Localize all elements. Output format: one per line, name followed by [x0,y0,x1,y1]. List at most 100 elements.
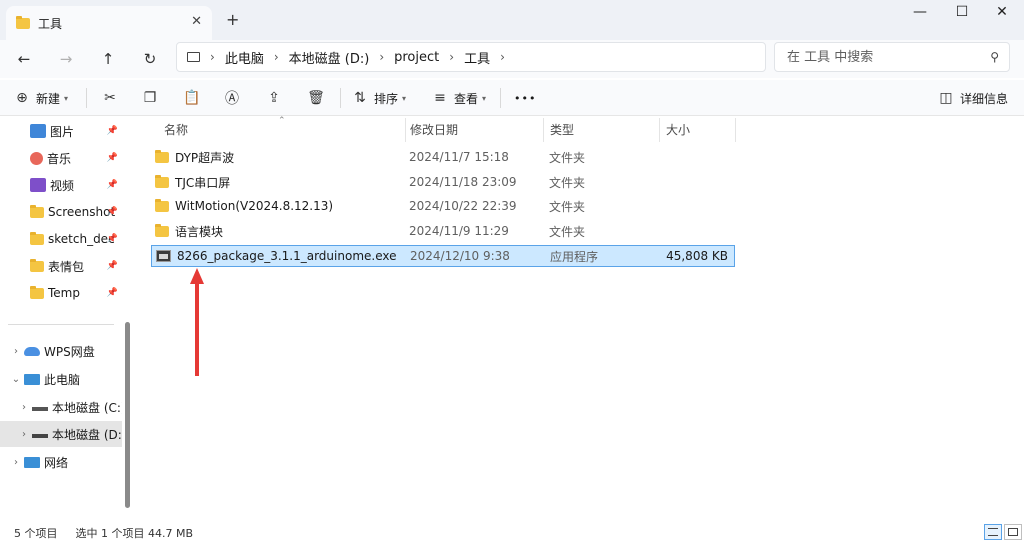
sidebar-item-sketch[interactable]: sketch_dec 📌 [0,226,122,252]
search-icon[interactable]: ⚲ [990,50,999,64]
view-icon: ≡ [434,90,446,106]
up-button[interactable]: ↑ [94,46,122,72]
breadcrumb-project[interactable]: project [394,50,439,65]
back-button[interactable]: ← [10,46,38,72]
sidebar-item-drive-c[interactable]: › 本地磁盘 (C:) [0,394,122,420]
new-button[interactable]: ⊕ 新建 ▾ [12,86,68,110]
view-button[interactable]: ≡ 查看 ▾ [430,86,486,110]
column-header-type[interactable]: 类型 [544,118,660,142]
sidebar-scrollbar[interactable] [125,322,130,508]
navigation-pane: 图片 📌 音乐 📌 视频 📌 Screenshot 📌 sketch_dec 📌… [0,116,134,522]
sidebar-item-wps-cloud[interactable]: › WPS网盘 [0,338,122,364]
pin-icon[interactable]: 📌 [107,153,118,163]
chevron-right-icon[interactable]: › [8,346,24,357]
folder-icon [155,223,169,237]
sidebar-item-screenshot[interactable]: Screenshot 📌 [0,199,122,225]
address-row: ← → ↑ ↻ › 此电脑 › 本地磁盘 (D:) › project › 工具… [0,40,1024,78]
sidebar-item-drive-d[interactable]: › 本地磁盘 (D:) [0,421,122,447]
toolbar-divider [500,88,501,108]
command-bar: ⊕ 新建 ▾ ✂ ❐ 📋 Ⓐ ⇪ 🗑 ⇅ 排序 ▾ ≡ 查看 ▾ ••• ◫ 详… [0,80,1024,116]
pictures-icon [30,124,46,138]
sidebar-item-music[interactable]: 音乐 📌 [0,145,122,171]
breadcrumb-drive-d[interactable]: 本地磁盘 (D:) [289,48,370,67]
sidebar-item-this-pc[interactable]: ⌄ 此电脑 [0,366,122,392]
network-icon [24,456,40,468]
breadcrumb-this-pc[interactable]: 此电脑 [225,48,264,67]
rename-icon: Ⓐ [225,91,239,107]
file-row[interactable]: TJC串口屏 2024/11/18 23:09 文件夹 [151,171,735,193]
videos-icon [30,178,46,192]
sidebar-item-videos[interactable]: 视频 📌 [0,172,122,198]
breadcrumb-tools[interactable]: 工具 [464,48,490,67]
toolbar-divider [86,88,87,108]
file-name: 语言模块 [175,224,224,239]
pin-icon[interactable]: 📌 [107,180,118,190]
file-type: 文件夹 [549,150,586,165]
chevron-right-icon[interactable]: › [379,50,384,64]
file-name: 8266_package_3.1.1_arduinome.exe [177,249,397,263]
tab-title: 工具 [38,16,63,31]
file-size: 45,808 KB [666,249,728,263]
cut-button[interactable]: ✂ [100,86,120,110]
chevron-right-icon[interactable]: › [16,429,32,440]
sidebar-item-emoji[interactable]: 表情包 📌 [0,253,122,279]
status-item-count: 5 个项目 [14,527,58,540]
sort-button[interactable]: ⇅ 排序 ▾ [350,86,406,110]
chevron-down-icon[interactable]: ⌄ [8,374,24,385]
tiles-view-button[interactable] [1004,524,1022,540]
new-tab-button[interactable]: + [226,10,239,29]
drive-d-icon [32,430,48,438]
folder-icon [30,204,44,218]
sidebar-item-pictures[interactable]: 图片 📌 [0,118,122,144]
column-header-size[interactable]: 大小 [660,118,736,142]
file-row-selected[interactable]: 8266_package_3.1.1_arduinome.exe 2024/12… [151,245,735,267]
chevron-right-icon[interactable]: › [8,457,24,468]
sidebar-item-label: 表情包 [48,259,85,274]
minimize-button[interactable]: — [900,4,940,20]
pin-icon[interactable]: 📌 [107,288,118,298]
folder-icon [30,258,44,272]
chevron-right-icon[interactable]: › [500,50,505,64]
paste-button[interactable]: 📋 [182,86,202,110]
sidebar-item-network[interactable]: › 网络 [0,449,122,475]
refresh-button[interactable]: ↻ [136,46,164,72]
list-view-icon [988,528,998,536]
file-row[interactable]: 语言模块 2024/11/9 11:29 文件夹 [151,220,735,242]
details-pane-button[interactable]: ◫ 详细信息 [936,86,1008,110]
chevron-right-icon[interactable]: › [449,50,454,64]
search-input[interactable] [775,43,975,71]
folder-icon [155,174,169,188]
chevron-right-icon[interactable]: › [274,50,279,64]
tab-close-icon[interactable]: ✕ [191,14,202,29]
pin-icon[interactable]: 📌 [107,126,118,136]
sort-up-icon: ⌃ [278,116,286,126]
file-row[interactable]: WitMotion(V2024.8.12.13) 2024/10/22 22:3… [151,195,735,217]
file-date: 2024/11/7 15:18 [409,150,509,164]
copy-button[interactable]: ❐ [140,86,160,110]
delete-button[interactable]: 🗑 [306,86,326,110]
sidebar-item-temp[interactable]: Temp 📌 [0,280,122,306]
scissors-icon: ✂ [104,90,116,106]
file-type: 文件夹 [549,175,586,190]
address-bar[interactable]: › 此电脑 › 本地磁盘 (D:) › project › 工具 › [176,42,766,72]
share-button[interactable]: ⇪ [264,86,284,110]
pin-icon[interactable]: 📌 [107,207,118,217]
pin-icon[interactable]: 📌 [107,261,118,271]
tab-tools[interactable]: 工具 ✕ [6,6,212,40]
chevron-right-icon[interactable]: › [210,50,215,64]
file-row[interactable]: DYP超声波 2024/11/7 15:18 文件夹 [151,146,735,168]
forward-button[interactable]: → [52,46,80,72]
file-name: DYP超声波 [175,150,235,165]
chevron-right-icon[interactable]: › [16,402,32,413]
column-header-date[interactable]: 修改日期 [404,118,544,142]
sort-label: 排序 [374,91,399,106]
more-options-button[interactable]: ••• [514,86,536,110]
rename-button[interactable]: Ⓐ [222,86,242,110]
close-window-button[interactable]: ✕ [982,4,1022,20]
pin-icon[interactable]: 📌 [107,234,118,244]
search-box: ⚲ [774,42,1010,72]
sidebar-item-label: Screenshot [48,205,116,219]
maximize-button[interactable]: ☐ [942,4,982,20]
details-view-button[interactable] [984,524,1002,540]
folder-icon [155,149,169,163]
